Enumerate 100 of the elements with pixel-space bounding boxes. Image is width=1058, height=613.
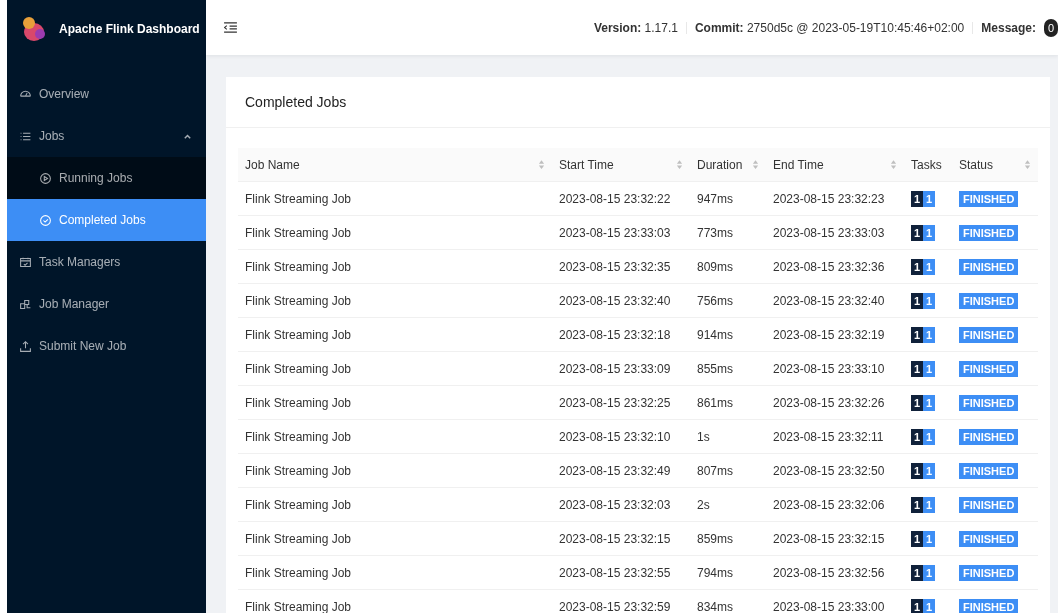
table-cell: 2023-08-15 23:32:19: [766, 317, 904, 352]
menu-icon: [19, 297, 32, 311]
task-count-tag: 1: [923, 428, 935, 445]
menu-fold-icon[interactable]: [224, 22, 237, 33]
table-cell: 2023-08-15 23:32:23: [766, 181, 904, 216]
task-count-tag: 1: [923, 258, 935, 275]
status-tag: FINISHED: [959, 224, 1019, 241]
table-cell: 2023-08-15 23:32:15: [552, 521, 690, 556]
table-cell: 807ms: [690, 453, 766, 488]
table-cell: Flink Streaming Job: [238, 487, 552, 522]
status-tag: FINISHED: [959, 326, 1019, 343]
task-count-tag: 1: [911, 224, 923, 241]
status-tag: FINISHED: [959, 292, 1019, 309]
table-cell: 2023-08-15 23:32:40: [552, 283, 690, 318]
task-count-tag: 1: [911, 292, 923, 309]
table-cell: 2023-08-15 23:32:15: [766, 521, 904, 556]
status-tag: FINISHED: [959, 360, 1019, 377]
task-count-tag: 1: [923, 530, 935, 547]
table-cell: Flink Streaming Job: [238, 317, 552, 352]
table-cell: 2023-08-15 23:32:10: [552, 419, 690, 454]
table-cell: Flink Streaming Job: [238, 385, 552, 420]
table-cell: 2023-08-15 23:32:36: [766, 249, 904, 284]
task-count-tag: 1: [911, 360, 923, 377]
menu-item[interactable]: Running Jobs: [7, 157, 206, 199]
task-count-tag: 1: [923, 394, 935, 411]
table-cell: 809ms: [690, 249, 766, 284]
table-cell: 773ms: [690, 215, 766, 250]
status-tag: FINISHED: [959, 496, 1019, 513]
status-tag: FINISHED: [959, 564, 1019, 581]
task-count-tag: 1: [911, 326, 923, 343]
status-tag: FINISHED: [959, 428, 1019, 445]
task-count-tag: 1: [911, 462, 923, 479]
card-title: Completed Jobs: [226, 77, 1050, 128]
table-cell: 947ms: [690, 181, 766, 216]
table-cell: Flink Streaming Job: [238, 215, 552, 250]
table-cell: Flink Streaming Job: [238, 351, 552, 386]
table-cell: Flink Streaming Job: [238, 521, 552, 556]
table-cell: 2023-08-15 23:32:25: [552, 385, 690, 420]
table-cell: Flink Streaming Job: [238, 283, 552, 318]
table-cell: 2s: [690, 487, 766, 522]
task-count-tag: 1: [911, 190, 923, 207]
column-header[interactable]: Job Name: [238, 148, 552, 182]
menu-icon: [39, 213, 52, 227]
table-cell: 794ms: [690, 555, 766, 590]
table-cell: 2023-08-15 23:33:03: [766, 215, 904, 250]
table-cell: 2023-08-15 23:32:49: [552, 453, 690, 488]
table-cell: 834ms: [690, 589, 766, 613]
column-header[interactable]: Tasks: [904, 148, 952, 182]
menu-item[interactable]: Jobs: [7, 115, 206, 157]
table-cell: 2023-08-15 23:32:26: [766, 385, 904, 420]
menu-item[interactable]: Submit New Job: [7, 325, 206, 367]
menu-icon: [39, 171, 52, 185]
status-tag: FINISHED: [959, 598, 1019, 613]
table-cell: 2023-08-15 23:32:11: [766, 419, 904, 454]
task-count-tag: 1: [911, 598, 923, 613]
table-cell: Flink Streaming Job: [238, 555, 552, 590]
message-label: Message:: [981, 20, 1036, 35]
status-tag: FINISHED: [959, 394, 1019, 411]
column-header[interactable]: End Time: [766, 148, 904, 182]
commit-text: Commit: 2750d5c @ 2023-05-19T10:45:46+02:00: [694, 20, 965, 35]
table-cell: 2023-08-15 23:32:18: [552, 317, 690, 352]
table-cell: 2023-08-15 23:33:09: [552, 351, 690, 386]
menu-icon: [19, 339, 32, 353]
task-count-tag: 1: [923, 190, 935, 207]
message-count-badge[interactable]: 0: [1044, 18, 1058, 37]
table-cell: 2023-08-15 23:33:00: [766, 589, 904, 613]
table-cell: 2023-08-15 23:32:55: [552, 555, 690, 590]
table-cell: 756ms: [690, 283, 766, 318]
task-count-tag: 1: [923, 360, 935, 377]
table-cell: Flink Streaming Job: [238, 181, 552, 216]
status-tag: FINISHED: [959, 462, 1019, 479]
task-count-tag: 1: [923, 326, 935, 343]
table-cell: 2023-08-15 23:33:03: [552, 215, 690, 250]
table-cell: 859ms: [690, 521, 766, 556]
task-count-tag: 1: [923, 496, 935, 513]
table-cell: Flink Streaming Job: [238, 453, 552, 488]
table-cell: 1s: [690, 419, 766, 454]
table-cell: 861ms: [690, 385, 766, 420]
task-count-tag: 1: [911, 496, 923, 513]
status-tag: FINISHED: [959, 190, 1019, 207]
column-header[interactable]: Start Time: [552, 148, 690, 182]
menu-icon: [19, 255, 32, 269]
task-count-tag: 1: [923, 224, 935, 241]
menu-item[interactable]: Job Manager: [7, 283, 206, 325]
table-cell: 855ms: [690, 351, 766, 386]
status-tag: FINISHED: [959, 530, 1019, 547]
menu-item[interactable]: Task Managers: [7, 241, 206, 283]
task-count-tag: 1: [923, 598, 935, 613]
table-cell: Flink Streaming Job: [238, 249, 552, 284]
table-cell: 2023-08-15 23:33:10: [766, 351, 904, 386]
table-cell: 2023-08-15 23:32:40: [766, 283, 904, 318]
table-cell: 2023-08-15 23:32:59: [552, 589, 690, 613]
column-header[interactable]: Duration: [690, 148, 766, 182]
status-tag: FINISHED: [959, 258, 1019, 275]
task-count-tag: 1: [923, 564, 935, 581]
menu-item[interactable]: Overview: [7, 73, 206, 115]
table-cell: 2023-08-15 23:32:50: [766, 453, 904, 488]
column-header[interactable]: Status: [952, 148, 1038, 182]
task-count-tag: 1: [911, 394, 923, 411]
table-cell: 2023-08-15 23:32:35: [552, 249, 690, 284]
